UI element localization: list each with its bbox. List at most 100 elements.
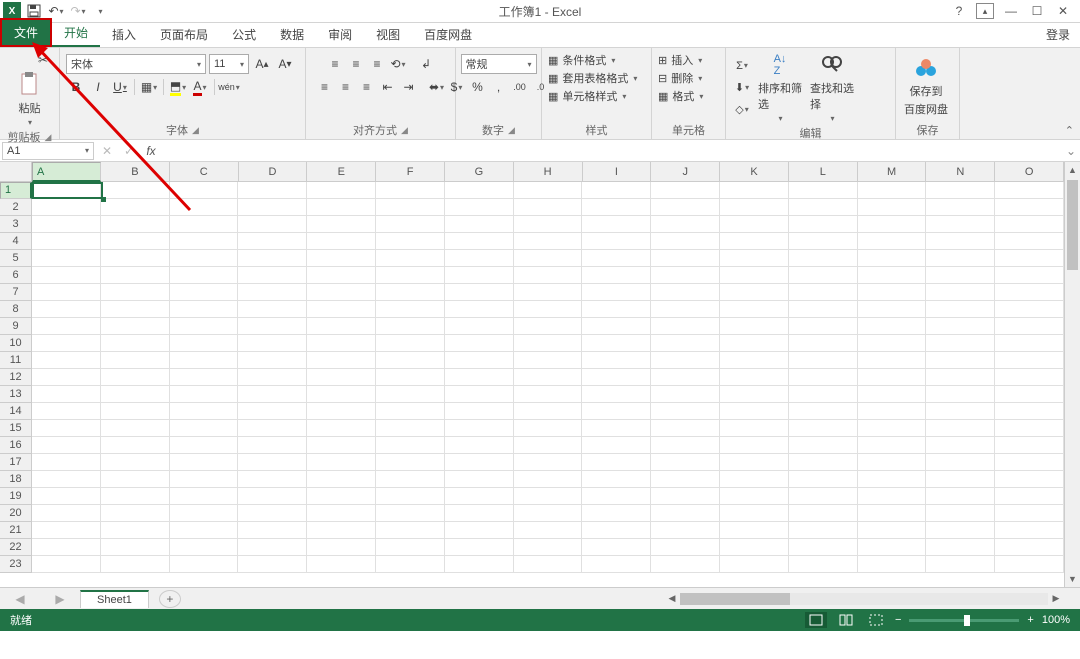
cell[interactable] (926, 301, 995, 318)
percent-icon[interactable]: % (469, 78, 487, 96)
cell[interactable] (582, 420, 651, 437)
cell[interactable] (514, 539, 583, 556)
align-bottom-icon[interactable]: ≡ (368, 55, 386, 73)
cell[interactable] (170, 284, 239, 301)
select-all-corner[interactable] (0, 162, 32, 182)
align-top-icon[interactable]: ≡ (326, 55, 344, 73)
col-head[interactable]: D (239, 162, 308, 182)
cell[interactable] (376, 454, 445, 471)
align-right-icon[interactable]: ≡ (358, 78, 376, 96)
cell[interactable] (651, 437, 720, 454)
cell[interactable] (307, 233, 376, 250)
login-link[interactable]: 登录 (1036, 22, 1080, 47)
scroll-up-icon[interactable]: ▲ (1065, 162, 1080, 178)
row-head[interactable]: 19 (0, 488, 32, 505)
tab-data[interactable]: 数据 (268, 22, 316, 47)
cell[interactable] (170, 318, 239, 335)
cell[interactable] (789, 369, 858, 386)
cell[interactable] (858, 386, 927, 403)
cell[interactable] (926, 369, 995, 386)
cell[interactable] (995, 386, 1064, 403)
row-head[interactable]: 21 (0, 522, 32, 539)
cell[interactable] (514, 216, 583, 233)
cell[interactable] (995, 335, 1064, 352)
ribbon-options-icon[interactable]: ▴ (976, 3, 994, 19)
expand-formula-icon[interactable]: ⌄ (1062, 144, 1080, 158)
cell[interactable] (789, 522, 858, 539)
cell[interactable] (926, 386, 995, 403)
zoom-slider[interactable] (909, 619, 1019, 622)
cell[interactable] (376, 369, 445, 386)
cell[interactable] (651, 318, 720, 335)
cell[interactable] (307, 216, 376, 233)
vscroll-thumb[interactable] (1067, 180, 1078, 270)
vertical-scrollbar[interactable]: ▲ ▼ (1064, 162, 1080, 587)
cond-format-button[interactable]: ▦条件格式▾ (548, 52, 615, 68)
cell[interactable] (307, 454, 376, 471)
cell[interactable] (926, 454, 995, 471)
hscroll-thumb[interactable] (680, 593, 790, 605)
cell[interactable] (32, 386, 101, 403)
cell[interactable] (720, 403, 789, 420)
cell[interactable] (789, 250, 858, 267)
formula-input[interactable] (162, 142, 1062, 160)
cell[interactable] (238, 488, 307, 505)
cell[interactable] (101, 505, 170, 522)
col-head[interactable]: I (583, 162, 652, 182)
cell[interactable] (514, 199, 583, 216)
cell[interactable] (789, 403, 858, 420)
cell[interactable] (170, 437, 239, 454)
cell[interactable] (651, 369, 720, 386)
row-head[interactable]: 17 (0, 454, 32, 471)
underline-button[interactable]: U▾ (111, 78, 129, 96)
cell[interactable] (582, 216, 651, 233)
cut-icon[interactable]: ✂ (34, 51, 52, 69)
cell[interactable] (995, 556, 1064, 573)
cell[interactable] (307, 403, 376, 420)
cell[interactable] (238, 267, 307, 284)
cell[interactable] (858, 267, 927, 284)
view-normal-icon[interactable] (805, 612, 827, 628)
zoom-out-button[interactable]: − (895, 614, 901, 626)
cell[interactable] (926, 233, 995, 250)
row-head[interactable]: 6 (0, 267, 32, 284)
cell[interactable] (376, 505, 445, 522)
cell[interactable] (238, 301, 307, 318)
cell[interactable] (995, 233, 1064, 250)
font-size-select[interactable]: 11▾ (209, 54, 249, 74)
cell[interactable] (651, 182, 720, 199)
cell[interactable] (514, 369, 583, 386)
cell[interactable] (307, 335, 376, 352)
sheet-nav-next-icon[interactable]: ▶ (55, 592, 64, 606)
cell[interactable] (995, 216, 1064, 233)
cell[interactable] (926, 284, 995, 301)
cell[interactable] (651, 539, 720, 556)
sheet-tab[interactable]: Sheet1 (80, 590, 149, 608)
fill-icon[interactable]: ⬇▾ (733, 79, 751, 97)
insert-cells-button[interactable]: ⊞插入▾ (658, 52, 702, 68)
cell[interactable] (995, 505, 1064, 522)
cell[interactable] (238, 522, 307, 539)
cell[interactable] (101, 454, 170, 471)
cell[interactable] (170, 539, 239, 556)
cell[interactable] (101, 386, 170, 403)
col-head[interactable]: B (101, 162, 170, 182)
cell[interactable] (720, 352, 789, 369)
cell[interactable] (376, 335, 445, 352)
cell[interactable] (238, 505, 307, 522)
cell[interactable] (582, 403, 651, 420)
row-head[interactable]: 23 (0, 556, 32, 573)
tab-view[interactable]: 视图 (364, 22, 412, 47)
cell[interactable] (926, 267, 995, 284)
decrease-font-icon[interactable]: A▾ (276, 55, 294, 73)
cell[interactable] (926, 556, 995, 573)
cell[interactable] (445, 250, 514, 267)
cell[interactable] (720, 250, 789, 267)
cell[interactable] (926, 199, 995, 216)
cell[interactable] (445, 284, 514, 301)
cell[interactable] (238, 369, 307, 386)
cell[interactable] (995, 522, 1064, 539)
cell[interactable] (720, 233, 789, 250)
cell[interactable] (789, 216, 858, 233)
row-head[interactable]: 14 (0, 403, 32, 420)
